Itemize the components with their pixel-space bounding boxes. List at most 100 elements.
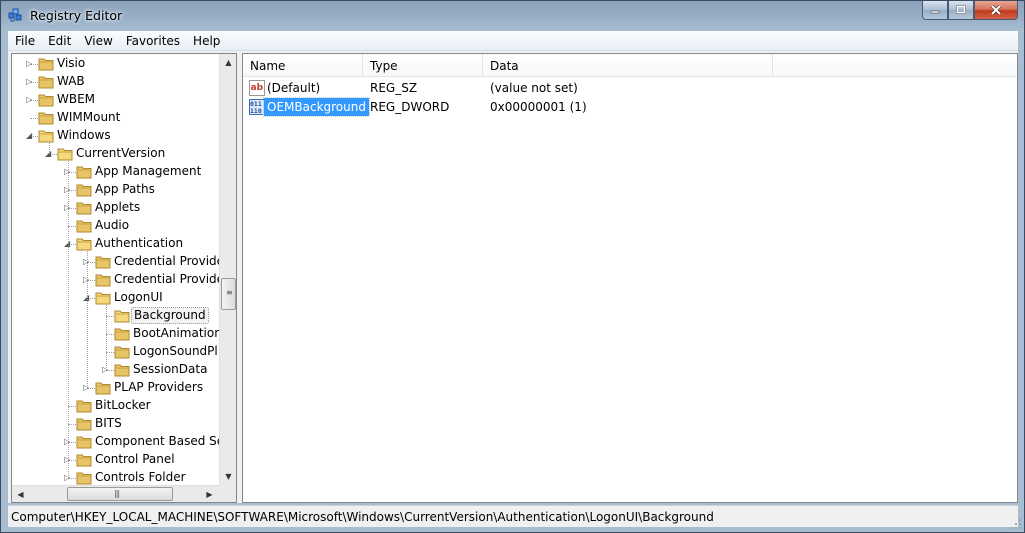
tree-item-label[interactable]: LogonSoundPl [131, 344, 220, 359]
tree-item[interactable]: ▷ WAB [12, 73, 220, 91]
expanded-arrow-icon[interactable]: ◢ [26, 131, 35, 140]
tree-vertical-scrollbar[interactable]: ▲ ≡ ▼ [219, 54, 236, 485]
tree-item-label[interactable]: BootAnimation [131, 326, 220, 341]
tree-item-label[interactable]: Authentication [93, 236, 185, 251]
menu-view[interactable]: View [77, 31, 118, 51]
close-button[interactable] [974, 1, 1018, 20]
tree-guide-line [49, 143, 50, 154]
tree-item[interactable]: ▷ App Management [12, 163, 220, 181]
close-icon [990, 4, 1002, 15]
tree-item[interactable]: ▷ Controls Folder [12, 469, 220, 485]
folder-icon [95, 254, 111, 269]
tree-item-label[interactable]: Applets [93, 200, 142, 215]
tree-guide-line [68, 161, 69, 478]
tree-item-label[interactable]: Component Based Ser [93, 434, 220, 449]
maximize-button[interactable] [948, 1, 974, 20]
value-type: REG_DWORD [370, 100, 450, 114]
tree-item-label[interactable]: LogonUI [112, 290, 165, 305]
tree-item-label[interactable]: Credential Provide [112, 272, 220, 287]
value-row[interactable]: 011 110 OEMBackground REG_DWORD 0x000000… [243, 97, 1017, 117]
tree-item-label[interactable]: BitLocker [93, 398, 153, 413]
tree-item[interactable]: ◢ CurrentVersion [12, 145, 220, 163]
tree-item-label[interactable]: WAB [55, 74, 87, 89]
status-bar-path: Computer\HKEY_LOCAL_MACHINE\SOFTWARE\Mic… [8, 505, 1018, 527]
registry-editor-app-icon[interactable] [8, 7, 24, 23]
value-row[interactable]: ab (Default) REG_SZ (value not set) [243, 79, 1017, 98]
svg-text:ab: ab [251, 83, 264, 93]
tree-item[interactable]: ▷ Credential Provide [12, 253, 220, 271]
tree-item-label[interactable]: Visio [55, 56, 87, 71]
tree-item[interactable]: ▷ WBEM [12, 91, 220, 109]
key-tree: ▷ Visio ▷ WAB ▷ WBEM WIMMount ◢ Windows ◢ CurrentV… [12, 54, 220, 485]
collapsed-arrow-icon[interactable]: ▷ [26, 59, 35, 68]
folder-icon [38, 110, 54, 125]
menu-file[interactable]: File [8, 31, 41, 51]
tree-item-label[interactable]: BITS [93, 416, 124, 431]
tree-item-label[interactable]: CurrentVersion [74, 146, 167, 161]
tree-item-label[interactable]: Audio [93, 218, 131, 233]
tree-horizontal-scrollbar[interactable]: ◀ ||| ▶ [12, 485, 220, 502]
tree-item[interactable]: ◢ Windows [12, 127, 220, 145]
scroll-right-arrow-icon[interactable]: ▶ [201, 486, 218, 502]
scroll-down-arrow-icon[interactable]: ▼ [220, 468, 236, 485]
collapsed-arrow-icon[interactable]: ▷ [26, 95, 35, 104]
tree-item[interactable]: ▷ App Paths [12, 181, 220, 199]
tree-item-label[interactable]: App Management [93, 164, 203, 179]
column-header-name[interactable]: Name [243, 54, 363, 77]
tree-item[interactable]: ▷ Applets [12, 199, 220, 217]
tree-vertical-scroll-thumb[interactable]: ≡ [221, 278, 236, 310]
tree-horizontal-scroll-thumb[interactable]: ||| [67, 487, 173, 501]
folder-icon [38, 92, 54, 107]
tree-item[interactable]: LogonSoundPl [12, 343, 220, 361]
tree-item-label[interactable]: Background [131, 307, 209, 324]
folder-icon [76, 218, 92, 233]
scroll-left-arrow-icon[interactable]: ◀ [12, 486, 29, 502]
value-data: (value not set) [490, 81, 578, 95]
menu-bar: File Edit View Favorites Help [8, 31, 1018, 51]
dword-value-icon: 011 110 [249, 99, 265, 115]
tree-item-label[interactable]: PLAP Providers [112, 380, 205, 395]
tree-item[interactable]: ◢ Authentication [12, 235, 220, 253]
value-name[interactable]: (Default) [264, 79, 323, 97]
tree-item[interactable]: ▷ PLAP Providers [12, 379, 220, 397]
tree-item-label[interactable]: SessionData [131, 362, 209, 377]
tree-item[interactable]: ▷ Visio [12, 55, 220, 73]
tree-item[interactable]: WIMMount [12, 109, 220, 127]
collapsed-arrow-icon[interactable]: ▷ [26, 77, 35, 86]
values-list-pane[interactable]: Name Type Data ab (Default) REG_SZ (valu… [242, 53, 1018, 503]
folder-icon [76, 416, 92, 431]
tree-item-label[interactable]: WBEM [55, 92, 97, 107]
scroll-up-arrow-icon[interactable]: ▲ [220, 54, 236, 71]
tree-item[interactable]: ◢ LogonUI [12, 289, 220, 307]
folder-icon [114, 326, 130, 341]
folder-icon [76, 236, 92, 251]
tree-item-label[interactable]: Controls Folder [93, 470, 188, 485]
tree-item-label[interactable]: Windows [55, 128, 113, 143]
tree-item-label[interactable]: Credential Provide [112, 254, 220, 269]
tree-item[interactable]: ▷ Component Based Ser [12, 433, 220, 451]
tree-item-label[interactable]: App Paths [93, 182, 157, 197]
tree-item[interactable]: Background [12, 307, 220, 325]
tree-item[interactable]: BitLocker [12, 397, 220, 415]
minimize-button[interactable] [922, 1, 948, 20]
tree-item-label[interactable]: WIMMount [55, 110, 122, 125]
folder-icon [95, 290, 111, 305]
tree-item[interactable]: ▷ Control Panel [12, 451, 220, 469]
tree-item[interactable]: ▷ SessionData [12, 361, 220, 379]
key-tree-pane[interactable]: ▷ Visio ▷ WAB ▷ WBEM WIMMount ◢ Windows ◢ CurrentV… [11, 53, 237, 503]
menu-edit[interactable]: Edit [41, 31, 77, 51]
column-header-data[interactable]: Data [483, 54, 773, 77]
folder-icon [38, 128, 54, 143]
tree-item[interactable]: BITS [12, 415, 220, 433]
menu-help[interactable]: Help [186, 31, 226, 51]
tree-item[interactable]: BootAnimation [12, 325, 220, 343]
resize-grip-icon[interactable] [1010, 518, 1022, 530]
tree-item[interactable]: ▷ Credential Provide [12, 271, 220, 289]
client-area: ▷ Visio ▷ WAB ▷ WBEM WIMMount ◢ Windows ◢ CurrentV… [8, 51, 1018, 503]
tree-item-label[interactable]: Control Panel [93, 452, 177, 467]
tree-item[interactable]: Audio [12, 217, 220, 235]
menu-favorites[interactable]: Favorites [119, 31, 186, 51]
title-bar[interactable]: Registry Editor [1, 1, 1024, 31]
column-header-type[interactable]: Type [363, 54, 483, 77]
value-name[interactable]: OEMBackground [263, 97, 370, 117]
